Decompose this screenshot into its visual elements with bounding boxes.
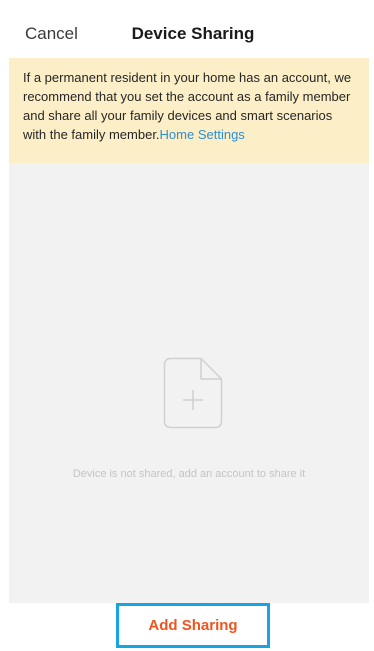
empty-state-message: Device is not shared, add an account to … [72,468,306,480]
shared-devices-area: Device is not shared, add an account to … [9,163,369,603]
add-file-icon [163,357,223,429]
add-sharing-button[interactable]: Add Sharing [116,603,270,648]
page-title: Device Sharing [131,24,255,43]
home-settings-link[interactable]: Home Settings [160,127,245,142]
bottom-action-bar: Add Sharing [9,603,369,651]
device-sharing-screen: Cancel Device Sharing If a permanent res… [0,0,374,651]
family-member-notice: If a permanent resident in your home has… [9,58,369,163]
